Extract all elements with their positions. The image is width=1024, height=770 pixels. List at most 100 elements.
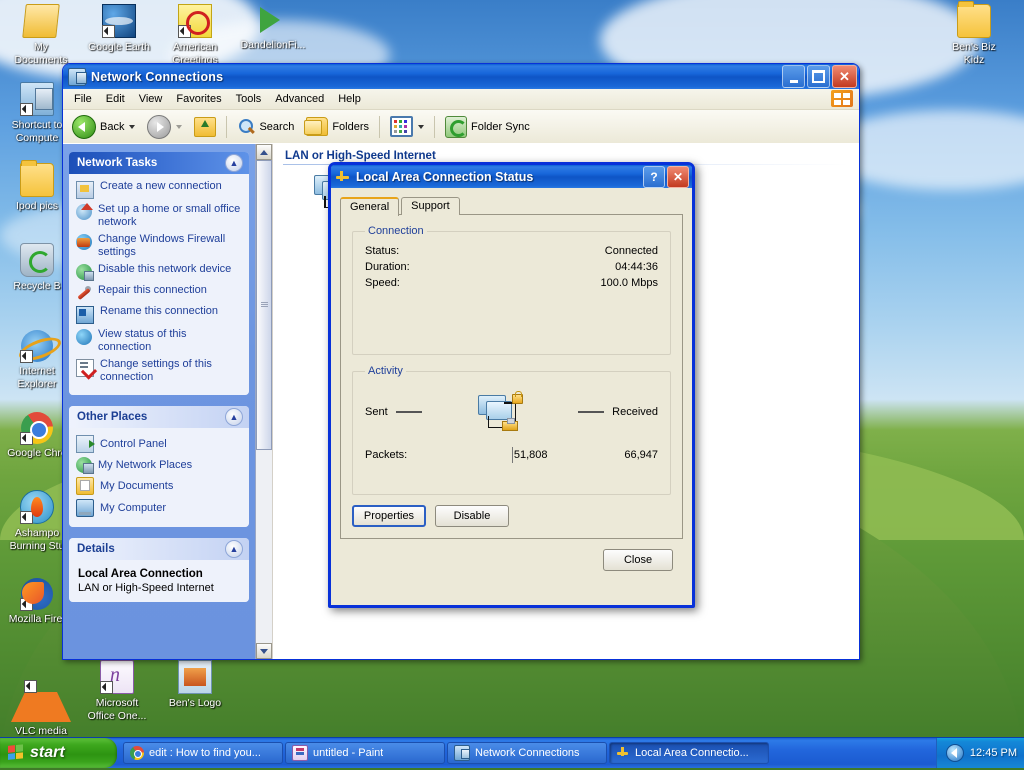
- desktop-icon[interactable]: Internet Explorer: [4, 330, 70, 390]
- dialog-close-button[interactable]: ✕: [667, 165, 689, 188]
- window-controls[interactable]: ✕: [782, 65, 857, 88]
- back-button[interactable]: Back: [67, 112, 140, 142]
- folders-button[interactable]: Folders: [301, 114, 374, 139]
- network-tasks-list[interactable]: Create a new connection Set up a home or …: [69, 174, 249, 395]
- chevron-down-icon[interactable]: [418, 124, 425, 129]
- chevron-up-icon[interactable]: ▲: [225, 154, 243, 172]
- task-pane: Network Tasks ▲ Create a new connection S…: [63, 144, 255, 659]
- desktop-icon[interactable]: Mozilla Firef: [4, 578, 70, 626]
- desktop-icon[interactable]: Google Earth: [86, 4, 152, 54]
- connection-group: Connection Status: Connected Duration: 04:4…: [352, 225, 671, 355]
- menu-bar[interactable]: File Edit View Favorites Tools Advanced Help: [63, 89, 859, 110]
- system-tray[interactable]: 12:45 PM: [935, 738, 1024, 768]
- desktop-icon[interactable]: Recycle B: [4, 243, 70, 293]
- chevron-down-icon[interactable]: [129, 124, 136, 129]
- desktop-icon[interactable]: Ipod pics: [4, 160, 70, 213]
- folder-sync-button[interactable]: Folder Sync: [440, 113, 535, 141]
- other-place-item[interactable]: My Computer: [76, 498, 242, 517]
- activity-network-icon: [477, 391, 523, 431]
- chevron-up-icon[interactable]: ▲: [225, 540, 243, 558]
- dialog-action-buttons[interactable]: Properties Disable: [352, 505, 671, 527]
- menu-item-favorites[interactable]: Favorites: [169, 91, 228, 107]
- close-dialog-button[interactable]: Close: [603, 549, 673, 571]
- network-tasks-panel: Network Tasks ▲ Create a new connection S…: [69, 152, 249, 395]
- toolbar[interactable]: Back Search Folders Folder Sync: [63, 110, 859, 144]
- other-place-item[interactable]: Control Panel: [76, 434, 242, 453]
- network-task-label: Create a new connection: [100, 180, 222, 192]
- menu-item-tools[interactable]: Tools: [229, 91, 269, 107]
- my-computer-icon: [76, 499, 94, 517]
- tab-support[interactable]: Support: [401, 197, 460, 215]
- window-titlebar[interactable]: Network Connections ✕: [63, 64, 859, 89]
- other-place-item[interactable]: My Documents: [76, 476, 242, 495]
- tab-general[interactable]: General: [340, 197, 400, 216]
- network-task-item[interactable]: Change Windows Firewall settings: [76, 233, 242, 259]
- paint-taskbar-icon: [292, 745, 308, 761]
- help-button[interactable]: ?: [643, 165, 665, 188]
- network-task-item[interactable]: Create a new connection: [76, 180, 242, 199]
- network-task-item[interactable]: Rename this connection: [76, 305, 242, 324]
- chevron-up-icon[interactable]: ▲: [225, 408, 243, 426]
- maximize-button[interactable]: [807, 65, 830, 88]
- network-task-item[interactable]: Disable this network device: [76, 263, 242, 281]
- network-task-label: Rename this connection: [100, 305, 219, 317]
- taskbar-task[interactable]: Network Connections: [447, 742, 607, 764]
- other-place-item[interactable]: My Network Places: [76, 456, 242, 474]
- network-task-item[interactable]: Repair this connection: [76, 284, 242, 301]
- desktop-icon[interactable]: My Documents: [8, 4, 74, 66]
- details-header[interactable]: Details ▲: [69, 538, 249, 560]
- taskbar-task[interactable]: edit : How to find you...: [123, 742, 283, 764]
- vertical-scrollbar[interactable]: [256, 144, 273, 659]
- taskbar-task-list[interactable]: edit : How to find you... untitled - Pain…: [123, 742, 936, 764]
- desktop-icon[interactable]: Shortcut to Compute: [4, 82, 70, 144]
- dialog-titlebar[interactable]: Local Area Connection Status ? ✕: [331, 165, 692, 188]
- other-places-list[interactable]: Control Panel My Network Places My Documen…: [69, 428, 249, 527]
- scroll-up-button[interactable]: [256, 144, 272, 160]
- connection-row: Speed: 100.0 Mbps: [365, 275, 658, 291]
- desktop-icon[interactable]: Ben's Biz Kidz: [941, 1, 1007, 66]
- start-button[interactable]: start: [0, 738, 117, 768]
- mozilla-firefox-icon: [20, 578, 53, 611]
- taskbar-task[interactable]: Local Area Connectio...: [609, 742, 769, 764]
- minimize-button[interactable]: [782, 65, 805, 88]
- other-place-label: Control Panel: [100, 437, 167, 450]
- connection-row: Status: Connected: [365, 243, 658, 259]
- desktop-icon[interactable]: Google Chro: [4, 412, 70, 460]
- network-tasks-header[interactable]: Network Tasks ▲: [69, 152, 249, 174]
- tray-media-icon[interactable]: [945, 744, 964, 762]
- dialog-tabs[interactable]: General Support: [340, 196, 683, 216]
- connection-row-value: 04:44:36: [615, 261, 658, 273]
- scrollbar-track[interactable]: [256, 160, 272, 643]
- menu-item-help[interactable]: Help: [331, 91, 368, 107]
- properties-button[interactable]: Properties: [352, 505, 426, 527]
- views-button[interactable]: [385, 113, 429, 140]
- forward-button[interactable]: [142, 112, 187, 142]
- network-task-item[interactable]: Change settings of this connection: [76, 358, 242, 384]
- menu-item-advanced[interactable]: Advanced: [268, 91, 331, 107]
- connection-rows: Status: Connected Duration: 04:44:36 Speed: 1…: [365, 243, 658, 291]
- network-task-item[interactable]: Set up a home or small office network: [76, 203, 242, 229]
- scroll-down-button[interactable]: [256, 643, 272, 659]
- desktop-icon[interactable]: Ashampo Burning Stu: [4, 490, 70, 552]
- disable-button[interactable]: Disable: [435, 505, 509, 527]
- american-greetings-icon: [178, 4, 212, 38]
- menu-item-view[interactable]: View: [132, 91, 170, 107]
- desktop-icon[interactable]: DandelionFi...: [240, 4, 306, 52]
- close-button[interactable]: ✕: [832, 65, 857, 88]
- local-area-connection-status-dialog[interactable]: Local Area Connection Status ? ✕ General…: [328, 162, 695, 608]
- other-places-header[interactable]: Other Places ▲: [69, 406, 249, 428]
- taskbar-task[interactable]: untitled - Paint: [285, 742, 445, 764]
- chevron-down-icon[interactable]: [176, 124, 183, 129]
- desktop-icon[interactable]: Ben's Logo: [162, 660, 228, 710]
- menu-item-edit[interactable]: Edit: [99, 91, 132, 107]
- up-button[interactable]: [189, 114, 221, 140]
- activity-diagram: Sent Received: [365, 391, 658, 431]
- search-button[interactable]: Search: [232, 115, 299, 139]
- desktop-icon-label: My Documents: [14, 41, 68, 66]
- desktop-icon[interactable]: Microsoft Office One...: [84, 660, 150, 722]
- scrollbar-thumb[interactable]: [256, 160, 272, 450]
- menu-item-file[interactable]: File: [67, 91, 99, 107]
- taskbar-clock[interactable]: 12:45 PM: [970, 747, 1017, 759]
- network-task-item[interactable]: View status of this connection: [76, 328, 242, 354]
- desktop-icon[interactable]: American Greetings: [162, 4, 228, 66]
